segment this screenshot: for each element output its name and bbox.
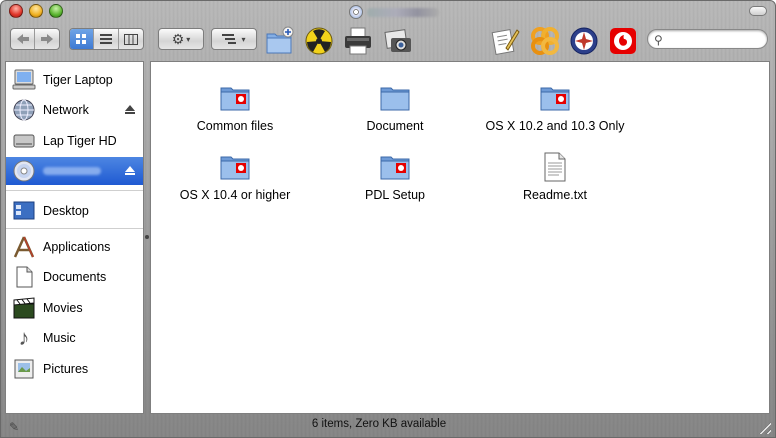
redacted-title xyxy=(367,7,439,17)
textedit-icon[interactable] xyxy=(490,26,520,56)
network-app-icon[interactable] xyxy=(530,26,560,56)
gear-icon: ⚙ xyxy=(171,30,185,47)
chevron-down-icon: ▾ xyxy=(241,34,246,44)
vodafone-folder-icon xyxy=(220,156,250,180)
sidebar-item-label: Desktop xyxy=(43,204,89,218)
sidebar-item-lap-tiger-hd[interactable]: Lap Tiger HD xyxy=(6,127,143,155)
sidebar-item-label: Documents xyxy=(43,270,107,284)
splitter-handle[interactable] xyxy=(145,235,149,239)
list-view-button[interactable] xyxy=(94,29,119,49)
sidebar-item-label: Movies xyxy=(43,301,83,315)
applications-icon xyxy=(13,236,35,258)
image-capture-icon[interactable] xyxy=(383,26,413,56)
back-button[interactable] xyxy=(11,29,36,49)
network-globe-icon xyxy=(13,99,35,121)
back-forward-control xyxy=(10,28,60,50)
sidebar-item-movies[interactable]: Movies xyxy=(6,294,143,322)
list-view-icon xyxy=(100,33,113,44)
sidebar-item-tiger-laptop[interactable]: Tiger Laptop xyxy=(6,66,143,94)
minimize-button[interactable] xyxy=(29,4,43,18)
finder-window: ⚙ ▾ ▾ ⚲ Tiger Laptop Network Lap Tiger H… xyxy=(0,0,776,438)
back-arrow-icon xyxy=(16,34,29,44)
cd-disc-icon xyxy=(349,5,363,19)
sidebar-item-label: Applications xyxy=(43,240,111,254)
file-item-common-files[interactable]: Common files xyxy=(155,62,315,133)
chevron-down-icon: ▾ xyxy=(186,34,191,44)
forward-button[interactable] xyxy=(35,29,59,49)
forward-arrow-icon xyxy=(41,34,53,44)
file-item-document[interactable]: Document xyxy=(315,62,475,133)
sidebar-item-applications[interactable]: Applications xyxy=(6,233,143,261)
file-item-pdl-setup[interactable]: PDL Setup xyxy=(315,131,475,202)
sidebar-item-documents[interactable]: Documents xyxy=(6,263,143,291)
sidebar-item-desktop[interactable]: Desktop xyxy=(6,197,143,225)
file-name: OS X 10.4 or higher xyxy=(179,188,291,202)
sidebar-divider xyxy=(6,190,143,191)
toolbar: ⚙ ▾ ▾ ⚲ xyxy=(1,23,775,59)
sidebar-item-cd[interactable] xyxy=(6,157,143,185)
documents-icon xyxy=(16,266,33,288)
pictures-icon xyxy=(14,359,34,379)
status-text: 6 items, Zero KB available xyxy=(311,418,447,430)
toolbar-toggle-button[interactable] xyxy=(749,6,767,16)
printer-icon[interactable] xyxy=(343,26,373,56)
burn-icon[interactable] xyxy=(304,26,334,56)
icon-view-button[interactable] xyxy=(70,29,95,49)
file-item-readme[interactable]: Readme.txt xyxy=(475,131,635,202)
status-bar: ✎ 6 items, Zero KB available xyxy=(1,415,775,437)
sidebar-item-network[interactable]: Network xyxy=(6,96,143,124)
sidebar-item-music[interactable]: ♪ Music xyxy=(6,324,143,352)
sidebar-item-label: Music xyxy=(43,331,76,345)
vodafone-folder-icon xyxy=(220,87,250,111)
movies-icon xyxy=(13,297,35,319)
search-input[interactable] xyxy=(668,32,760,46)
sidebar-item-label: Lap Tiger HD xyxy=(43,134,117,148)
file-icon-view: Common files Document OS X 10.2 and 10.3… xyxy=(150,61,770,414)
utility-badge-icon[interactable] xyxy=(569,26,599,56)
zoom-button[interactable] xyxy=(49,4,63,18)
vodafone-folder-icon xyxy=(380,156,410,180)
icon-view-icon xyxy=(76,33,87,44)
sidebar-item-label: Network xyxy=(43,103,89,117)
search-icon: ⚲ xyxy=(654,33,663,47)
file-name: PDL Setup xyxy=(365,188,425,202)
eject-icon[interactable] xyxy=(125,105,135,114)
sidebar-item-label: Tiger Laptop xyxy=(43,73,113,87)
file-name: Readme.txt xyxy=(523,188,587,202)
vodafone-folder-icon xyxy=(540,87,570,111)
vodafone-icon[interactable] xyxy=(608,26,638,56)
cd-disc-icon xyxy=(13,160,35,182)
sidebar-item-label: Pictures xyxy=(43,362,89,376)
resize-grip[interactable] xyxy=(759,422,771,434)
hard-drive-icon xyxy=(13,134,35,148)
folder-icon xyxy=(380,87,410,111)
music-icon: ♪ xyxy=(18,325,30,350)
column-view-button[interactable] xyxy=(119,29,143,49)
window-title xyxy=(349,4,439,20)
arrange-menu-button[interactable]: ▾ xyxy=(211,28,257,50)
column-view-icon xyxy=(123,33,138,45)
view-mode-control xyxy=(69,28,144,50)
sidebar-item-pictures[interactable]: Pictures xyxy=(6,355,143,383)
title-bar[interactable] xyxy=(1,1,775,23)
close-button[interactable] xyxy=(9,4,23,18)
redacted-label xyxy=(43,167,101,175)
sidebar-divider xyxy=(6,228,143,229)
new-folder-icon[interactable] xyxy=(264,26,294,56)
text-document-icon xyxy=(544,152,566,182)
file-item-osx-10-2-10-3[interactable]: OS X 10.2 and 10.3 Only xyxy=(475,62,635,133)
computer-icon xyxy=(12,69,36,90)
eject-icon[interactable] xyxy=(125,166,135,175)
sidebar: Tiger Laptop Network Lap Tiger HD Deskto… xyxy=(5,61,144,414)
file-item-osx-10-4[interactable]: OS X 10.4 or higher xyxy=(155,131,315,202)
action-menu-button[interactable]: ⚙ ▾ xyxy=(158,28,204,50)
desktop-icon xyxy=(13,201,35,220)
arrange-icon xyxy=(222,34,237,44)
search-field[interactable]: ⚲ xyxy=(647,29,768,49)
